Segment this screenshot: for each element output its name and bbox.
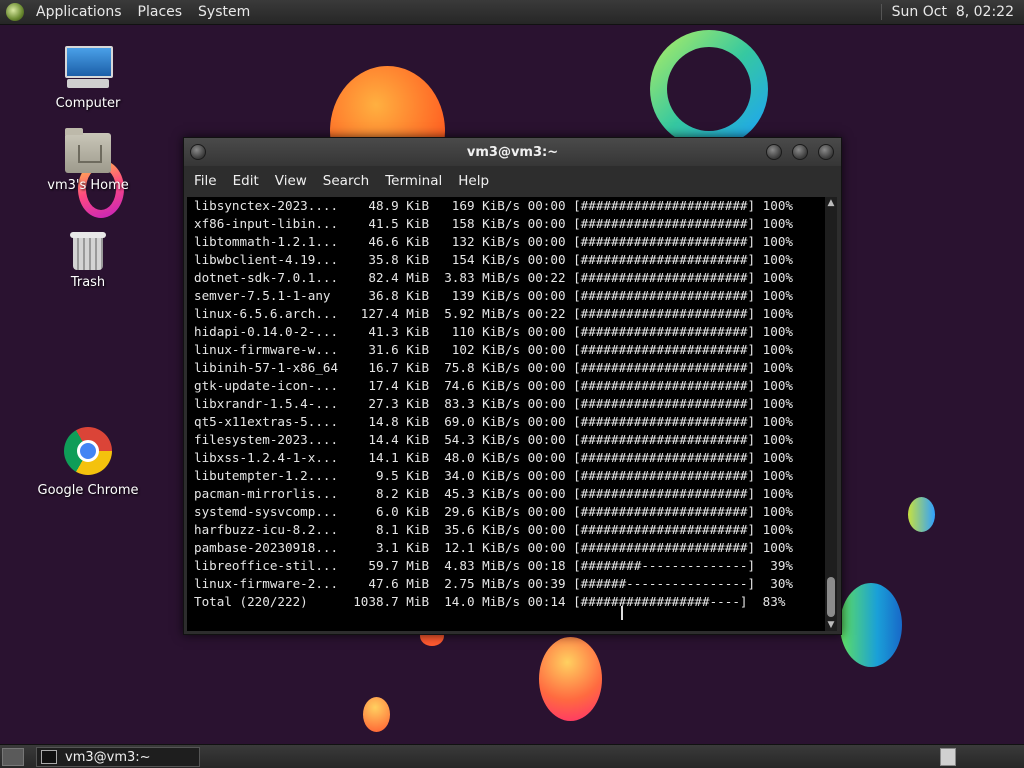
menu-search[interactable]: Search <box>315 173 377 189</box>
terminal-output[interactable]: libsynctex-2023.... 48.9 KiB 169 KiB/s 0… <box>187 197 825 631</box>
terminal-line: dotnet-sdk-7.0.1... 82.4 MiB 3.83 MiB/s … <box>194 270 793 285</box>
places-menu[interactable]: Places <box>132 4 189 20</box>
terminal-line: libinih-57-1-x86_64 16.7 KiB 75.8 KiB/s … <box>194 360 793 375</box>
scrollbar-thumb[interactable] <box>827 577 835 617</box>
desktop-icon-trash[interactable]: Trash <box>28 228 148 290</box>
trash-icon <box>70 228 106 270</box>
top-panel: Applications Places System Sun Oct 8, 02… <box>0 0 1024 25</box>
terminal-line: libutempter-1.2.... 9.5 KiB 34.0 KiB/s 0… <box>194 468 793 483</box>
terminal-line: libsynctex-2023.... 48.9 KiB 169 KiB/s 0… <box>194 198 793 213</box>
desktop-icon-chrome[interactable]: Google Chrome <box>28 427 148 498</box>
clock[interactable]: Sun Oct 8, 02:22 <box>880 4 1022 20</box>
menu-terminal[interactable]: Terminal <box>377 173 450 189</box>
mouse-ibeam-cursor <box>621 606 623 620</box>
desktop-icon-label: Computer <box>55 96 121 111</box>
terminal-line: pambase-20230918... 3.1 KiB 12.1 KiB/s 0… <box>194 540 793 555</box>
minimize-button[interactable] <box>766 144 782 160</box>
terminal-line: semver-7.5.1-1-any 36.8 KiB 139 KiB/s 00… <box>194 288 793 303</box>
desktop-icon-computer[interactable]: Computer <box>28 46 148 111</box>
terminal-window[interactable]: vm3@vm3:~ File Edit View Search Terminal… <box>183 137 842 635</box>
menu-help[interactable]: Help <box>450 173 497 189</box>
scroll-down-arrow-icon[interactable]: ▼ <box>825 619 837 631</box>
bottom-panel: vm3@vm3:~ <box>0 744 1024 768</box>
window-title: vm3@vm3:~ <box>466 144 559 160</box>
terminal-line: libreoffice-stil... 59.7 MiB 4.83 MiB/s … <box>194 558 793 573</box>
desktop-icon-label: Google Chrome <box>37 483 139 498</box>
terminal-line: linux-firmware-2... 47.6 MiB 2.75 MiB/s … <box>194 576 793 591</box>
system-menu[interactable]: System <box>192 4 256 20</box>
terminal-line: filesystem-2023.... 14.4 KiB 54.3 KiB/s … <box>194 432 793 447</box>
terminal-line: libxrandr-1.5.4-... 27.3 KiB 83.3 KiB/s … <box>194 396 793 411</box>
chrome-icon <box>64 427 112 475</box>
wallpaper-bubble-pink <box>539 637 602 721</box>
wallpaper-bubble-blue-small <box>908 497 935 532</box>
show-desktop-icon[interactable] <box>2 748 24 766</box>
menu-file[interactable]: File <box>186 173 225 189</box>
terminal-line: hidapi-0.14.0-2-... 41.3 KiB 110 KiB/s 0… <box>194 324 793 339</box>
terminal-scrollbar[interactable]: ▲ ▼ <box>825 197 837 631</box>
computer-icon <box>63 46 113 88</box>
desktop-icon-home[interactable]: vm3's Home <box>28 128 148 193</box>
wallpaper-ring-green <box>650 30 768 148</box>
terminal-line-total: Total (220/222) 1038.7 MiB 14.0 MiB/s 00… <box>194 594 786 609</box>
terminal-line: libxss-1.2.4-1-x... 14.1 KiB 48.0 KiB/s … <box>194 450 793 465</box>
desktop-icon-label: vm3's Home <box>47 178 129 193</box>
terminal-line: qt5-x11extras-5.... 14.8 KiB 69.0 KiB/s … <box>194 414 793 429</box>
terminal-icon <box>41 750 57 764</box>
taskbar-item-terminal[interactable]: vm3@vm3:~ <box>36 747 200 767</box>
terminal-line: pacman-mirrorlis... 8.2 KiB 45.3 KiB/s 0… <box>194 486 793 501</box>
maximize-button[interactable] <box>792 144 808 160</box>
applications-menu[interactable]: Applications <box>30 4 128 20</box>
wallpaper-bubble-tiny <box>363 697 390 732</box>
wallpaper-bubble-blue-large <box>840 583 902 667</box>
terminal-line: linux-firmware-w... 31.6 KiB 102 KiB/s 0… <box>194 342 793 357</box>
terminal-line: systemd-sysvcomp... 6.0 KiB 29.6 KiB/s 0… <box>194 504 793 519</box>
terminal-line: linux-6.5.6.arch... 127.4 MiB 5.92 MiB/s… <box>194 306 793 321</box>
distro-logo-icon[interactable] <box>6 3 24 21</box>
desktop-icon-label: Trash <box>70 275 106 290</box>
close-button[interactable] <box>818 144 834 160</box>
menu-view[interactable]: View <box>267 173 315 189</box>
window-menu-button[interactable] <box>190 144 206 160</box>
scroll-up-arrow-icon[interactable]: ▲ <box>825 197 837 209</box>
terminal-line: harfbuzz-icu-8.2... 8.1 KiB 35.6 KiB/s 0… <box>194 522 793 537</box>
terminal-menubar: File Edit View Search Terminal Help <box>184 166 841 196</box>
terminal-line: gtk-update-icon-... 17.4 KiB 74.6 KiB/s … <box>194 378 793 393</box>
workspace-switcher[interactable] <box>940 748 956 766</box>
home-folder-icon <box>65 128 111 173</box>
menu-edit[interactable]: Edit <box>225 173 267 189</box>
terminal-line: libwbclient-4.19... 35.8 KiB 154 KiB/s 0… <box>194 252 793 267</box>
terminal-line: libtommath-1.2.1... 46.6 KiB 132 KiB/s 0… <box>194 234 793 249</box>
window-titlebar[interactable]: vm3@vm3:~ <box>184 138 841 166</box>
terminal-line: xf86-input-libin... 41.5 KiB 158 KiB/s 0… <box>194 216 793 231</box>
taskbar-item-label: vm3@vm3:~ <box>65 749 151 765</box>
